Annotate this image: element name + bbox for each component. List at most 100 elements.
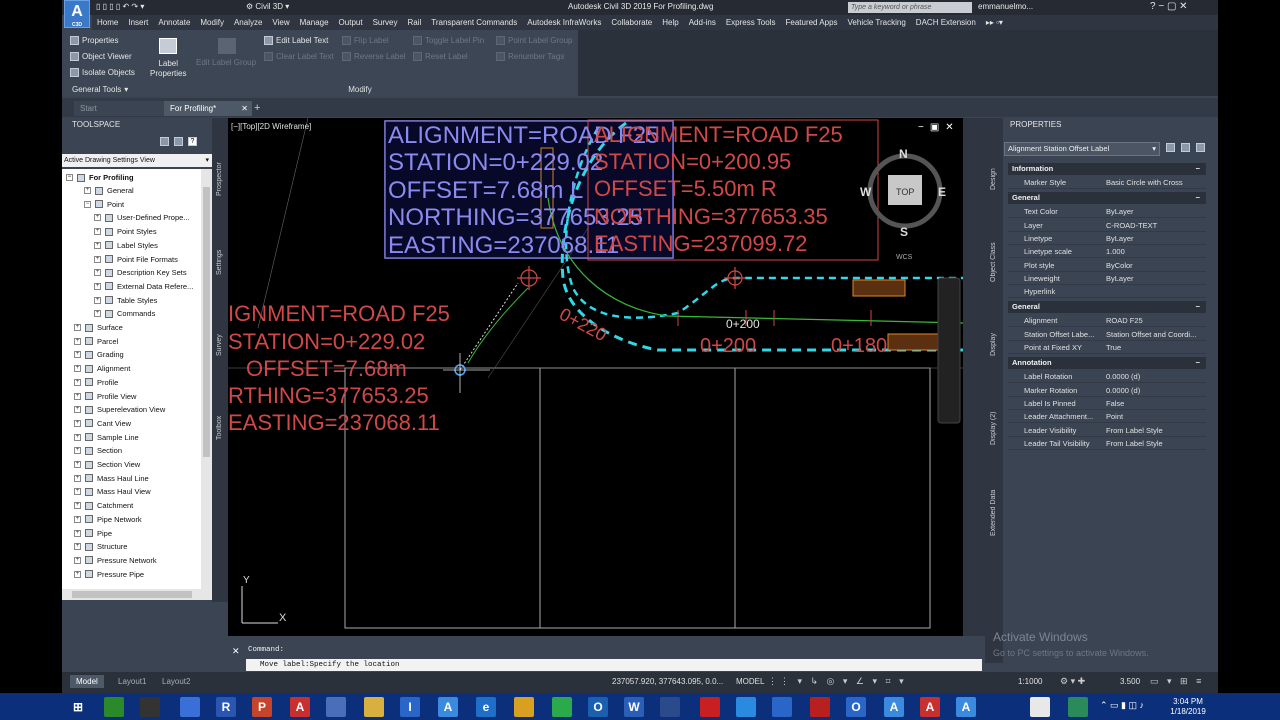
side-tab-settings[interactable]: Settings: [216, 250, 223, 275]
tab-featured-apps[interactable]: Featured Apps: [780, 15, 842, 30]
property-value[interactable]: Basic Circle with Cross: [1106, 176, 1183, 189]
expand-icon[interactable]: +: [74, 378, 81, 386]
model-space-button[interactable]: MODEL: [736, 677, 764, 686]
property-row[interactable]: Lineweight ByLayer: [1008, 272, 1206, 285]
side-tab-survey[interactable]: Survey: [216, 334, 223, 356]
property-value[interactable]: ByLayer: [1106, 205, 1134, 218]
tree-item[interactable]: + General: [84, 184, 134, 197]
tree-item[interactable]: + Cant View: [74, 417, 131, 430]
tab-collaborate[interactable]: Collaborate: [606, 15, 657, 30]
tree-item[interactable]: + Pipe Network: [74, 513, 142, 526]
expand-icon[interactable]: +: [94, 282, 101, 290]
properties-section-header[interactable]: General −: [1008, 301, 1206, 314]
property-value[interactable]: C-ROAD-TEXT: [1106, 219, 1157, 232]
tab-help[interactable]: Help: [657, 15, 683, 30]
label-properties-button[interactable]: Label Properties: [150, 59, 186, 79]
property-row[interactable]: Point at Fixed XY True: [1008, 341, 1206, 354]
minimize-icon[interactable]: −: [918, 122, 924, 133]
viewport-window-controls[interactable]: − ▣ ✕: [918, 122, 954, 133]
props-tab-extended-data[interactable]: Extended Data: [990, 490, 997, 536]
property-value[interactable]: True: [1106, 341, 1121, 354]
expand-icon[interactable]: +: [74, 337, 81, 345]
toggle-label-pin-button[interactable]: Toggle Label Pin: [413, 36, 484, 45]
close-icon[interactable]: ✕: [945, 122, 953, 133]
expand-icon[interactable]: +: [74, 488, 81, 496]
tab-add-ins[interactable]: Add-ins: [684, 15, 721, 30]
hscrollbar-thumb[interactable]: [72, 591, 192, 598]
quick-select-icon[interactable]: [1196, 143, 1205, 152]
quick-access-toolbar[interactable]: ▯ ▯ ▯ ▯ ↶ ↷ ▾: [96, 2, 144, 11]
property-row[interactable]: Linetype ByLayer: [1008, 232, 1206, 245]
select-objects-icon[interactable]: [1181, 143, 1190, 152]
collapse-icon[interactable]: −: [1196, 357, 1200, 369]
tree-item[interactable]: + Commands: [94, 307, 155, 320]
status-icons[interactable]: ▭ ▾ ⊞ ≡: [1150, 676, 1204, 687]
taskbar-app-icon[interactable]: R: [216, 697, 236, 717]
isolate-objects-button[interactable]: Isolate Objects: [70, 68, 135, 77]
property-row[interactable]: Leader Tail Visibility From Label Style: [1008, 437, 1206, 450]
tree-item[interactable]: + Pipe: [74, 527, 112, 540]
taskbar-app-icon[interactable]: [326, 697, 346, 717]
properties-section-header[interactable]: Annotation −: [1008, 357, 1206, 370]
property-value[interactable]: ByLayer: [1106, 232, 1134, 245]
expand-icon[interactable]: +: [74, 461, 81, 468]
taskbar-app-icon[interactable]: [810, 697, 830, 717]
property-row[interactable]: Station Offset Labe... Station Offset and…: [1008, 328, 1206, 341]
tree-item[interactable]: + Alignment: [74, 362, 130, 375]
tree-item[interactable]: + Point Styles: [94, 225, 157, 238]
tab-insert[interactable]: Insert: [123, 15, 153, 30]
toolspace-tool-icon-2[interactable]: [174, 137, 183, 146]
expand-icon[interactable]: +: [74, 447, 81, 455]
object-viewer-button[interactable]: Object Viewer: [70, 52, 132, 61]
tree-item[interactable]: + Structure: [74, 540, 127, 553]
props-tab-display[interactable]: Display: [990, 333, 997, 356]
expand-icon[interactable]: +: [74, 419, 81, 427]
taskbar-app-icon[interactable]: A: [438, 697, 458, 717]
object-type-select[interactable]: Alignment Station Offset Label ▾: [1004, 142, 1160, 156]
expand-icon[interactable]: +: [94, 310, 101, 318]
help-icon[interactable]: ?: [188, 137, 197, 146]
new-tab-icon[interactable]: +: [254, 102, 260, 114]
tab-manage[interactable]: Manage: [295, 15, 334, 30]
more-tabs-icon[interactable]: ▸▸ ▫▾: [981, 15, 1008, 30]
expand-icon[interactable]: −: [84, 200, 91, 208]
user-name[interactable]: emmanuelmo...: [978, 2, 1033, 11]
expand-icon[interactable]: +: [74, 392, 81, 400]
tab-infraworks[interactable]: Autodesk InfraWorks: [522, 15, 606, 30]
taskbar-app-icon[interactable]: [180, 697, 200, 717]
tab-output[interactable]: Output: [334, 15, 368, 30]
gear-icon[interactable]: ⚙ ▾ ✚: [1060, 676, 1085, 687]
reverse-label-button[interactable]: Reverse Label: [342, 52, 406, 61]
expand-icon[interactable]: +: [94, 296, 101, 304]
drawing-canvas[interactable]: ALIGNMENT=ROAD F25 STATION=0+229.02 OFFS…: [228, 118, 963, 636]
taskbar-app-icon[interactable]: [140, 697, 160, 717]
properties-section-header[interactable]: Information −: [1008, 163, 1206, 175]
taskbar-app-icon[interactable]: [364, 697, 384, 717]
toggle-pickadd-icon[interactable]: [1166, 143, 1175, 152]
flip-label-button[interactable]: Flip Label: [342, 36, 389, 45]
tree-item[interactable]: + Mass Haul View: [74, 485, 151, 498]
taskbar-app-icon[interactable]: [1030, 697, 1050, 717]
toolspace-horizontal-scrollbar[interactable]: [62, 589, 212, 600]
collapse-icon[interactable]: −: [1196, 192, 1200, 204]
tab-modify[interactable]: Modify: [195, 15, 229, 30]
taskbar-app-icon[interactable]: O: [588, 697, 608, 717]
system-tray-icons[interactable]: ⌃ ▭ ▮ ◫ ♪: [1100, 700, 1144, 711]
expand-icon[interactable]: +: [74, 474, 81, 482]
renumber-tags-button[interactable]: Renumber Tags: [496, 52, 564, 61]
close-icon[interactable]: ✕: [232, 646, 240, 657]
taskbar-app-icon[interactable]: [660, 697, 680, 717]
collapse-icon[interactable]: −: [1196, 163, 1200, 175]
property-row[interactable]: Alignment ROAD F25: [1008, 314, 1206, 328]
point-label-group-button[interactable]: Point Label Group: [496, 36, 573, 45]
toolspace-view-select[interactable]: Active Drawing Settings View ▾: [62, 154, 212, 167]
drawing-viewport[interactable]: ALIGNMENT=ROAD F25 STATION=0+229.02 OFFS…: [228, 118, 963, 636]
tab-start[interactable]: Start: [74, 101, 164, 116]
props-tab-object-class[interactable]: Object Class: [990, 242, 997, 282]
tree-item[interactable]: + Table Styles: [94, 294, 157, 307]
tab-dach-extension[interactable]: DACH Extension: [911, 15, 981, 30]
taskbar-clock[interactable]: 3:04 PM 1/18/2019: [1168, 697, 1208, 717]
property-row[interactable]: Marker Style Basic Circle with Cross: [1008, 176, 1206, 189]
close-tab-icon[interactable]: ✕: [241, 101, 248, 116]
tab-express-tools[interactable]: Express Tools: [721, 15, 781, 30]
